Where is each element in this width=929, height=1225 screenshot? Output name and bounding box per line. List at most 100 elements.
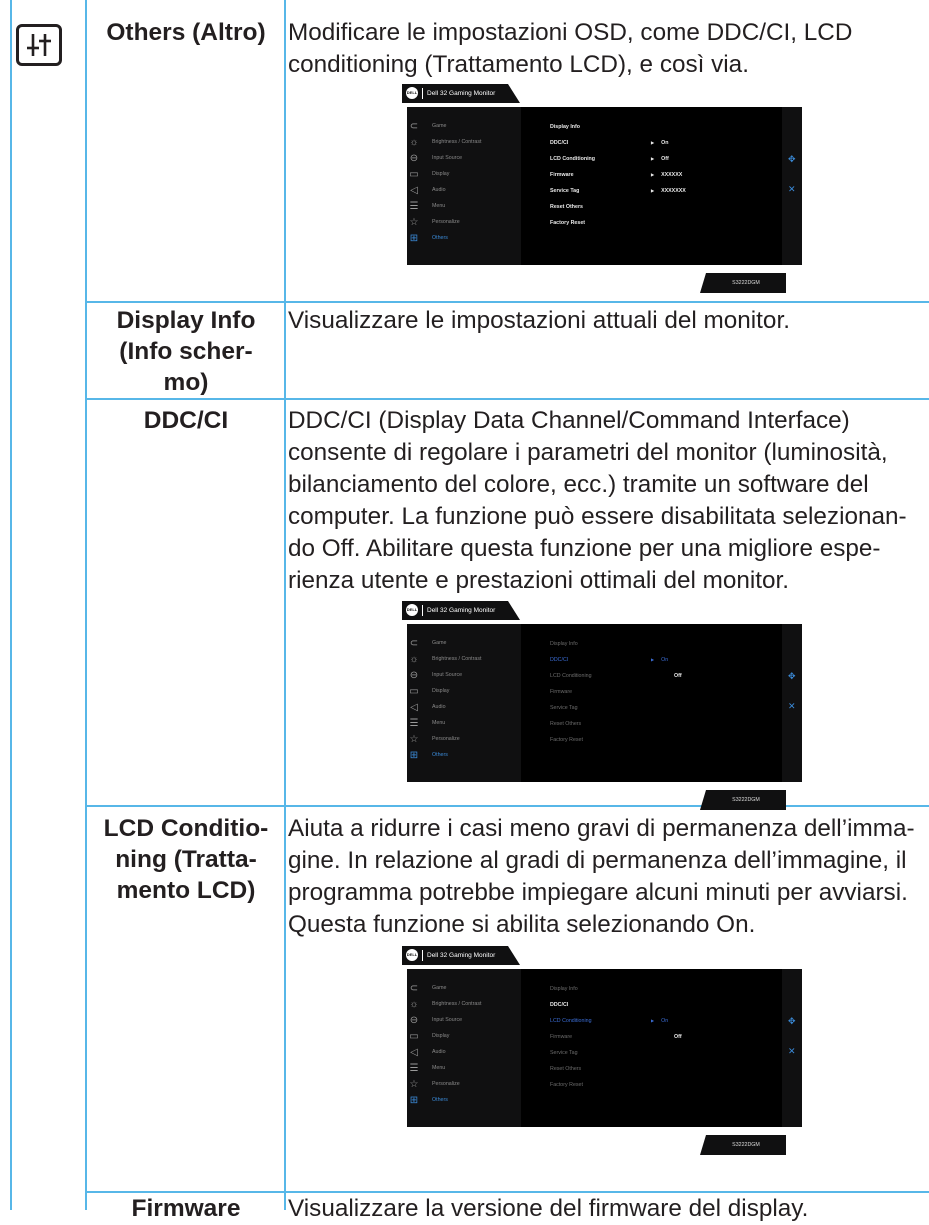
others-icon: ⊞: [409, 749, 419, 761]
osd-title: Dell 32 Gaming Monitor: [427, 952, 496, 959]
dell-logo: DELL: [406, 87, 418, 99]
description-line: conditioning (Trattamento LCD), e così v…: [288, 51, 749, 78]
osd-menu-others: ⊞ Others: [409, 749, 448, 761]
audio-icon: ◁: [410, 701, 418, 713]
arrow-right-icon: ▶: [651, 657, 655, 662]
osd-value-on: ▶ On: [651, 657, 669, 663]
osd-menu-input: ⊖ Input Source: [409, 1014, 463, 1026]
osd-option-selected: LCD Conditioning: [550, 1018, 592, 1024]
osd-value-off: Off: [674, 1034, 682, 1040]
label-line: mento LCD): [116, 877, 256, 904]
osd-options-panel: [521, 969, 783, 1127]
osd-menu-personalize: ☆ Personalize: [409, 733, 460, 745]
label-line: mo): [163, 369, 209, 396]
close-icon: ✕: [788, 1046, 796, 1056]
table-border-left: [10, 0, 12, 1210]
row-label-others: Others (Altro): [93, 17, 279, 48]
arrow-right-icon: ▶: [651, 172, 655, 177]
osd-value: ▶ Off: [651, 156, 669, 162]
description-line: do Off. Abilitare questa funzione per un…: [288, 535, 881, 562]
osd-menu-game: ⊂ Game: [409, 120, 447, 132]
osd-option: Reset Others: [550, 204, 583, 210]
menu-icon: ☰: [409, 1062, 419, 1074]
description-line: Visualizzare le impostazioni attuali del…: [288, 307, 790, 334]
osd-menu-audio: ◁ Audio: [408, 1044, 445, 1060]
label-line: DDC/CI: [143, 407, 229, 434]
osd-menu-display: ▭ Display: [409, 1030, 450, 1042]
row-description-others: Modificare le impostazioni OSD, come DDC…: [288, 17, 928, 81]
osd-option-selected: DDC/CI: [550, 657, 569, 663]
osd-menu-display: ▭ Display: [409, 168, 450, 180]
brightness-icon: ☼: [409, 998, 419, 1010]
osd-value-on: ▶ On: [651, 1018, 669, 1024]
row-description-firmware: Visualizzare la versione del firmware de…: [288, 1193, 928, 1225]
osd-option: Display Info: [550, 986, 578, 992]
row-divider: [85, 301, 929, 303]
close-icon: ✕: [788, 184, 796, 194]
osd-model-tab: S3222DGM: [700, 273, 786, 293]
osd-option: Factory Reset: [550, 737, 583, 743]
dell-logo: DELL: [406, 949, 418, 961]
others-icon: [16, 24, 62, 66]
osd-option: Display Info: [550, 641, 578, 647]
tab-separator: [422, 605, 423, 616]
navigate-icon: ✥: [788, 671, 796, 681]
osd-option: Firmware: [550, 172, 574, 178]
osd-title: Dell 32 Gaming Monitor: [427, 607, 496, 614]
description-line: Modificare le impostazioni OSD, come DDC…: [288, 19, 853, 46]
arrow-right-icon: ▶: [651, 188, 655, 193]
row-label-ddcci: DDC/CI: [94, 405, 278, 436]
tab-separator: [422, 950, 423, 961]
description-line: Visualizzare la versione del firmware de…: [288, 1195, 809, 1222]
osd-option: Factory Reset: [550, 1082, 583, 1088]
label-line: (Info scher-: [119, 338, 253, 365]
osd-menu-input: ⊖ Input Source: [409, 669, 463, 681]
dell-logo: DELL: [406, 604, 418, 616]
osd-option: Service Tag: [550, 188, 580, 194]
description-line: programma potrebbe impiegare alcuni minu…: [288, 879, 908, 906]
display-icon: ▭: [409, 685, 419, 697]
personalize-icon: ☆: [409, 216, 419, 228]
description-line: Questa funzione si abilita selezionando …: [288, 911, 756, 938]
osd-option: LCD Conditioning: [550, 156, 596, 162]
osd-value: ▶ XXXXXX: [651, 172, 683, 178]
osd-menu-brightness: ☼ Brightness / Contrast: [409, 653, 482, 665]
personalize-icon: ☆: [409, 1078, 419, 1090]
description-line: rienza utente e prestazioni ottimali del…: [288, 567, 790, 594]
row-label-firmware: Firmware: [94, 1193, 278, 1224]
osd-value: ▶ On: [651, 140, 669, 146]
input-source-icon: ⊖: [409, 669, 419, 681]
osd-screenshot-ddcci: DELL Dell 32 Gaming Monitor ⊂ Game ☼ Brigh…: [402, 601, 802, 810]
navigate-icon: ✥: [788, 154, 796, 164]
osd-menu-audio: ◁ Audio: [408, 182, 445, 198]
osd-option: Factory Reset: [550, 220, 586, 226]
brightness-icon: ☼: [409, 653, 419, 665]
label-line: LCD Conditio-: [103, 815, 269, 842]
navigate-icon: ✥: [788, 1016, 796, 1026]
osd-screenshot-lcd-conditioning: DELL Dell 32 Gaming Monitor ⊂ Game ☼ Brigh…: [402, 946, 802, 1155]
row-description-display-info: Visualizzare le impostazioni attuali del…: [288, 305, 928, 337]
arrow-right-icon: ▶: [651, 1018, 655, 1023]
osd-option: LCD Conditioning: [550, 673, 592, 679]
osd-model-tab: S3222DGM: [700, 790, 786, 810]
osd-model-tab: S3222DGM: [700, 1135, 786, 1155]
row-description-ddcci: DDC/CI (Display Data Channel/Command Int…: [288, 405, 928, 597]
osd-menu-input: ⊖ Input Source: [409, 152, 463, 164]
osd-menu-personalize: ☆ Personalize: [409, 1078, 460, 1090]
description-line: gine. In relazione al gradi di permanenz…: [288, 847, 907, 874]
arrow-right-icon: ▶: [651, 156, 655, 161]
osd-screenshot-others: DELL Dell 32 Gaming Monitor ⊂ Game ☼ Brigh…: [402, 84, 802, 293]
row-label-lcd-conditioning: LCD Conditio- ning (Tratta- mento LCD): [94, 813, 278, 906]
osd-option: Firmware: [550, 689, 573, 695]
game-icon: ⊂: [409, 982, 419, 994]
osd-option: DDC/CI: [550, 140, 569, 146]
osd-menu-menu: ☰ Menu: [409, 200, 446, 212]
label-line: Others (Altro): [106, 19, 266, 46]
osd-menu-others: ⊞ Others: [409, 1094, 448, 1106]
display-icon: ▭: [409, 168, 419, 180]
row-divider: [85, 398, 929, 400]
game-icon: ⊂: [409, 120, 419, 132]
description-line: DDC/CI (Display Data Channel/Command Int…: [288, 407, 850, 434]
display-icon: ▭: [409, 1030, 419, 1042]
osd-menu-brightness: ☼ Brightness / Contrast: [409, 136, 482, 148]
